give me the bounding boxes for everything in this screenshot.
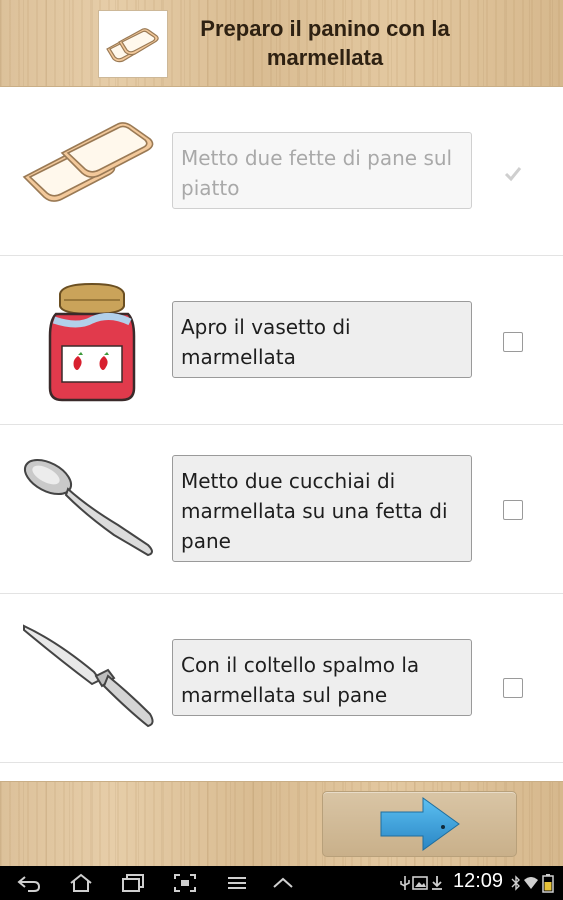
step-row: Metto due fette di pane sul piatto <box>0 87 563 256</box>
step-text-box[interactable]: Metto due cucchiai di marmellata su una … <box>172 455 472 562</box>
step-text-box[interactable]: Con il coltello spalmo la marmellata sul… <box>172 639 472 716</box>
step-checkbox[interactable] <box>503 500 523 520</box>
step-checkbox[interactable] <box>503 678 523 698</box>
up-chevron-icon[interactable] <box>270 873 296 893</box>
screenshot-icon[interactable] <box>172 873 198 893</box>
step-row: Apro il vasetto di marmellata <box>0 256 563 425</box>
step-row: Con il coltello spalmo la marmellata sul… <box>0 594 563 763</box>
page-title: Preparo il panino con la marmellata <box>200 16 450 70</box>
checkmark-icon <box>504 167 522 182</box>
wifi-icon <box>524 877 538 889</box>
usb-icon <box>400 876 410 890</box>
header-bar: Preparo il panino con la marmellata <box>0 0 563 87</box>
battery-icon <box>542 874 554 893</box>
gallery-icon <box>412 876 428 890</box>
bread-slices-icon <box>22 122 154 202</box>
step-checkbox[interactable] <box>503 332 523 352</box>
header-thumbnail <box>98 10 168 78</box>
footer-bar <box>0 781 563 867</box>
recent-apps-icon[interactable] <box>120 873 146 893</box>
steps-list: Metto due fette di pane sul piatto Apro … <box>0 87 563 763</box>
back-icon[interactable] <box>16 873 42 893</box>
bread-slices-icon <box>106 28 159 63</box>
clock: 12:09 <box>453 870 504 892</box>
jam-jar-icon <box>48 282 136 402</box>
system-status-bar: 12:09 <box>0 866 563 900</box>
home-icon[interactable] <box>68 873 94 893</box>
next-button[interactable] <box>322 791 517 857</box>
arrow-right-icon <box>380 797 460 851</box>
step-row: Metto due cucchiai di marmellata su una … <box>0 425 563 594</box>
bluetooth-icon <box>511 875 520 891</box>
menu-icon[interactable] <box>224 873 250 893</box>
download-icon <box>432 876 442 890</box>
step-text-box[interactable]: Apro il vasetto di marmellata <box>172 301 472 378</box>
knife-icon <box>23 624 154 728</box>
spoon-icon <box>23 458 153 557</box>
step-text-box[interactable]: Metto due fette di pane sul piatto <box>172 132 472 209</box>
step-checkbox[interactable] <box>503 164 523 184</box>
